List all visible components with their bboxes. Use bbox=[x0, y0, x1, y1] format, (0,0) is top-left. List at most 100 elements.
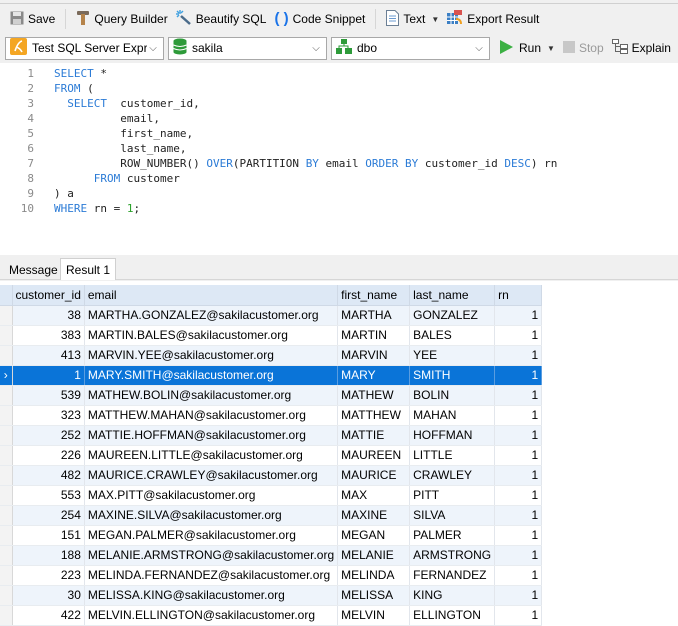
cell-customer-id[interactable]: 223 bbox=[12, 565, 85, 586]
cell-rn[interactable]: 1 bbox=[494, 525, 543, 546]
cell-first-name[interactable]: MAURICE bbox=[337, 465, 411, 486]
cell-rn[interactable]: 1 bbox=[494, 345, 543, 366]
cell-rn[interactable]: 1 bbox=[494, 485, 543, 506]
column-header-first-name[interactable]: first_name bbox=[337, 285, 411, 306]
cell-rn[interactable]: 1 bbox=[494, 585, 543, 606]
code-line[interactable]: 8 FROM customer bbox=[27, 171, 179, 186]
code-snippet-button[interactable]: ( ) Code Snippet bbox=[270, 8, 369, 30]
cell-rn[interactable]: 1 bbox=[494, 605, 543, 626]
cell-first-name[interactable]: MATTHEW bbox=[337, 405, 411, 426]
column-header-last-name[interactable]: last_name bbox=[409, 285, 496, 306]
table-row[interactable]: 422 MELVIN.ELLINGTON@sakilacustomer.org ME… bbox=[0, 605, 543, 626]
cell-rn[interactable]: 1 bbox=[494, 385, 543, 406]
cell-rn[interactable]: 1 bbox=[494, 445, 543, 466]
cell-last-name[interactable]: GONZALEZ bbox=[409, 305, 496, 326]
cell-rn[interactable]: 1 bbox=[494, 425, 543, 446]
cell-rn[interactable]: 1 bbox=[494, 305, 543, 326]
cell-last-name[interactable]: CRAWLEY bbox=[409, 465, 496, 486]
cell-last-name[interactable]: PITT bbox=[409, 485, 496, 506]
row-indicator[interactable] bbox=[0, 505, 13, 526]
code-line[interactable]: 1 SELECT * bbox=[27, 66, 107, 81]
cell-customer-id[interactable]: 38 bbox=[12, 305, 85, 326]
dropdown-caret-icon[interactable]: ▼ bbox=[431, 15, 439, 24]
database-select[interactable]: sakila ⌵ bbox=[168, 36, 327, 60]
cell-first-name[interactable]: MATHEW bbox=[337, 385, 411, 406]
cell-customer-id[interactable]: 254 bbox=[12, 505, 85, 526]
schema-select[interactable]: dbo ⌵ bbox=[331, 36, 490, 60]
cell-customer-id[interactable]: 226 bbox=[12, 445, 85, 466]
cell-customer-id[interactable]: 413 bbox=[12, 345, 85, 366]
row-indicator[interactable] bbox=[0, 485, 13, 506]
cell-rn[interactable]: 1 bbox=[494, 365, 543, 386]
cell-email[interactable]: MELVIN.ELLINGTON@sakilacustomer.org bbox=[84, 605, 339, 626]
code-line[interactable]: 6 last_name, bbox=[27, 141, 186, 156]
cell-first-name[interactable]: MELISSA bbox=[337, 585, 411, 606]
cell-email[interactable]: MATHEW.BOLIN@sakilacustomer.org bbox=[84, 385, 339, 406]
run-button[interactable]: Run ▼ bbox=[496, 37, 559, 59]
row-indicator[interactable] bbox=[0, 565, 13, 586]
cell-first-name[interactable]: MARTIN bbox=[337, 325, 411, 346]
cell-last-name[interactable]: ARMSTRONG bbox=[409, 545, 496, 566]
cell-email[interactable]: MARY.SMITH@sakilacustomer.org bbox=[84, 365, 339, 386]
row-indicator[interactable] bbox=[0, 585, 13, 606]
table-row[interactable]: 539 MATHEW.BOLIN@sakilacustomer.org MATHEW… bbox=[0, 385, 543, 406]
cell-last-name[interactable]: PALMER bbox=[409, 525, 496, 546]
table-row[interactable]: 223 MELINDA.FERNANDEZ@sakilacustomer.org M… bbox=[0, 565, 543, 586]
export-result-button[interactable]: Export Result bbox=[443, 8, 543, 30]
cell-email[interactable]: MARTIN.BALES@sakilacustomer.org bbox=[84, 325, 339, 346]
cell-email[interactable]: MARVIN.YEE@sakilacustomer.org bbox=[84, 345, 339, 366]
row-indicator[interactable] bbox=[0, 345, 13, 366]
cell-last-name[interactable]: HOFFMAN bbox=[409, 425, 496, 446]
cell-rn[interactable]: 1 bbox=[494, 405, 543, 426]
cell-customer-id[interactable]: 422 bbox=[12, 605, 85, 626]
cell-last-name[interactable]: FERNANDEZ bbox=[409, 565, 496, 586]
cell-email[interactable]: MEGAN.PALMER@sakilacustomer.org bbox=[84, 525, 339, 546]
cell-email[interactable]: MATTHEW.MAHAN@sakilacustomer.org bbox=[84, 405, 339, 426]
cell-customer-id[interactable]: 30 bbox=[12, 585, 85, 606]
cell-customer-id[interactable]: 1 bbox=[12, 365, 85, 386]
column-header-rn[interactable]: rn bbox=[494, 285, 543, 306]
table-row[interactable]: 482 MAURICE.CRAWLEY@sakilacustomer.org MAU… bbox=[0, 465, 543, 486]
cell-email[interactable]: MARTHA.GONZALEZ@sakilacustomer.org bbox=[84, 305, 339, 326]
cell-last-name[interactable]: LITTLE bbox=[409, 445, 496, 466]
table-row[interactable]: 323 MATTHEW.MAHAN@sakilacustomer.org MATTH… bbox=[0, 405, 543, 426]
code-line[interactable]: 5 first_name, bbox=[27, 126, 193, 141]
cell-first-name[interactable]: MAXINE bbox=[337, 505, 411, 526]
cell-customer-id[interactable]: 539 bbox=[12, 385, 85, 406]
row-indicator[interactable] bbox=[0, 605, 13, 626]
stop-button[interactable]: Stop bbox=[559, 37, 608, 59]
cell-last-name[interactable]: BOLIN bbox=[409, 385, 496, 406]
beautify-sql-button[interactable]: Beautify SQL bbox=[172, 8, 271, 30]
connection-select[interactable]: Test SQL Server Expres ⌵ bbox=[5, 36, 164, 60]
cell-last-name[interactable]: BALES bbox=[409, 325, 496, 346]
row-indicator[interactable] bbox=[0, 385, 13, 406]
cell-email[interactable]: MAURICE.CRAWLEY@sakilacustomer.org bbox=[84, 465, 339, 486]
cell-customer-id[interactable]: 151 bbox=[12, 525, 85, 546]
table-row[interactable]: 383 MARTIN.BALES@sakilacustomer.org MARTIN… bbox=[0, 325, 543, 346]
tab-result-1[interactable]: Result 1 bbox=[60, 258, 117, 280]
table-row[interactable]: 252 MATTIE.HOFFMAN@sakilacustomer.org MATT… bbox=[0, 425, 543, 446]
cell-email[interactable]: MELINDA.FERNANDEZ@sakilacustomer.org bbox=[84, 565, 339, 586]
cell-email[interactable]: MELANIE.ARMSTRONG@sakilacustomer.org bbox=[84, 545, 339, 566]
row-indicator[interactable] bbox=[0, 545, 13, 566]
sql-editor[interactable]: − 1SELECT *2FROM (3 SELECT customer_id,4… bbox=[0, 63, 678, 255]
cell-email[interactable]: MATTIE.HOFFMAN@sakilacustomer.org bbox=[84, 425, 339, 446]
cell-customer-id[interactable]: 383 bbox=[12, 325, 85, 346]
cell-first-name[interactable]: MAX bbox=[337, 485, 411, 506]
query-builder-button[interactable]: Query Builder bbox=[72, 8, 171, 30]
cell-email[interactable]: MAUREEN.LITTLE@sakilacustomer.org bbox=[84, 445, 339, 466]
cell-customer-id[interactable]: 188 bbox=[12, 545, 85, 566]
cell-first-name[interactable]: MARTHA bbox=[337, 305, 411, 326]
row-indicator[interactable] bbox=[0, 325, 13, 346]
row-indicator[interactable] bbox=[0, 465, 13, 486]
table-row[interactable]: 254 MAXINE.SILVA@sakilacustomer.org MAXINE… bbox=[0, 505, 543, 526]
cell-email[interactable]: MAXINE.SILVA@sakilacustomer.org bbox=[84, 505, 339, 526]
cell-first-name[interactable]: MATTIE bbox=[337, 425, 411, 446]
cell-last-name[interactable]: ELLINGTON bbox=[409, 605, 496, 626]
table-row[interactable]: › 1 MARY.SMITH@sakilacustomer.org MARY SMITH… bbox=[0, 365, 543, 386]
row-indicator[interactable] bbox=[0, 405, 13, 426]
cell-customer-id[interactable]: 553 bbox=[12, 485, 85, 506]
cell-first-name[interactable]: MARVIN bbox=[337, 345, 411, 366]
cell-first-name[interactable]: MELANIE bbox=[337, 545, 411, 566]
row-indicator[interactable] bbox=[0, 425, 13, 446]
